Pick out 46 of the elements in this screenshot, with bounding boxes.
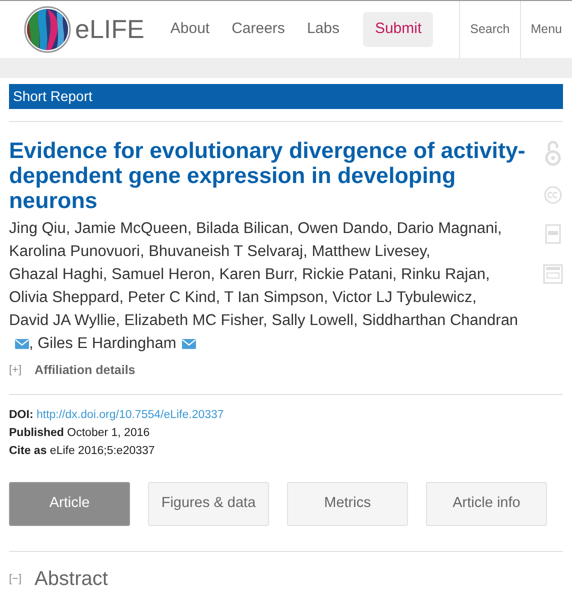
submit-button[interactable]: Submit [363, 12, 434, 47]
author-name[interactable]: Karen Burr, [219, 266, 298, 283]
affiliation-link[interactable]: Affiliation details [34, 361, 136, 380]
open-access-icon [545, 140, 561, 166]
author-name[interactable]: Olivia Sheppard, [9, 289, 124, 306]
author-name[interactable]: Rinku Rajan, [401, 266, 490, 283]
tab[interactable]: Article info [426, 482, 547, 526]
author-name[interactable]: Elizabeth MC Fisher, [124, 312, 268, 329]
author-name[interactable]: Hardingham [92, 335, 176, 352]
meta-label: DOI: [9, 408, 34, 421]
mail-icon[interactable] [15, 338, 29, 349]
meta-value: eLife 2016;5:e20337 [50, 444, 155, 457]
logo-text[interactable]: eLIFE [75, 10, 144, 49]
mail-icon[interactable] [182, 338, 196, 349]
logo-icon[interactable] [24, 6, 71, 53]
author-name[interactable]: David JA Wyllie, [9, 312, 120, 329]
author-name[interactable]: , Giles E [29, 335, 88, 352]
article-title: Evidence for evolutionary divergence of activity-dependent gene expression in developing neurons [9, 138, 526, 213]
author-name[interactable]: Sally Lowell, [272, 312, 358, 329]
author-name[interactable]: Dario Magnani, [396, 220, 502, 237]
author-name[interactable]: Rickie Patani, [302, 266, 397, 283]
author-name[interactable]: T Ian Simpson, [224, 289, 328, 306]
section-heading: Abstract [34, 566, 108, 592]
author-name[interactable]: Samuel Heron, [112, 266, 215, 283]
author-name[interactable]: Bhuvaneish T Selvaraj, [148, 243, 308, 260]
nav-link[interactable]: Labs [306, 18, 340, 41]
author-name[interactable]: Matthew Livesey, [312, 243, 430, 260]
meta-label: Published [9, 426, 64, 439]
author-name[interactable]: Victor LJ Tybulewicz, [332, 289, 477, 306]
article-type-bar: Short Report [9, 84, 563, 109]
author-name[interactable]: Jamie McQueen, [74, 220, 192, 237]
meta-label: Cite as [9, 444, 47, 457]
tab[interactable]: Metrics [287, 482, 408, 526]
author-name[interactable]: Peter C Kind, [128, 289, 220, 306]
author-name[interactable]: Owen Dando, [298, 220, 392, 237]
tab[interactable]: Figures & data [148, 482, 269, 526]
meta-value: October 1, 2016 [67, 426, 150, 439]
author-name[interactable]: Ghazal Haghi, [9, 266, 108, 283]
nav-link[interactable]: Careers [232, 18, 285, 41]
author-name[interactable]: Karolina Punovuori, [9, 243, 144, 260]
expand-toggle[interactable]: [+] [9, 362, 22, 379]
author-name[interactable]: Bilada Bilican, [196, 220, 294, 237]
expand-toggle[interactable]: [−] [9, 570, 22, 587]
author-name[interactable]: Jing Qiu, [9, 220, 70, 237]
nav-link[interactable]: About [170, 18, 210, 41]
author-name[interactable]: Siddharthan Chandran [362, 312, 518, 329]
